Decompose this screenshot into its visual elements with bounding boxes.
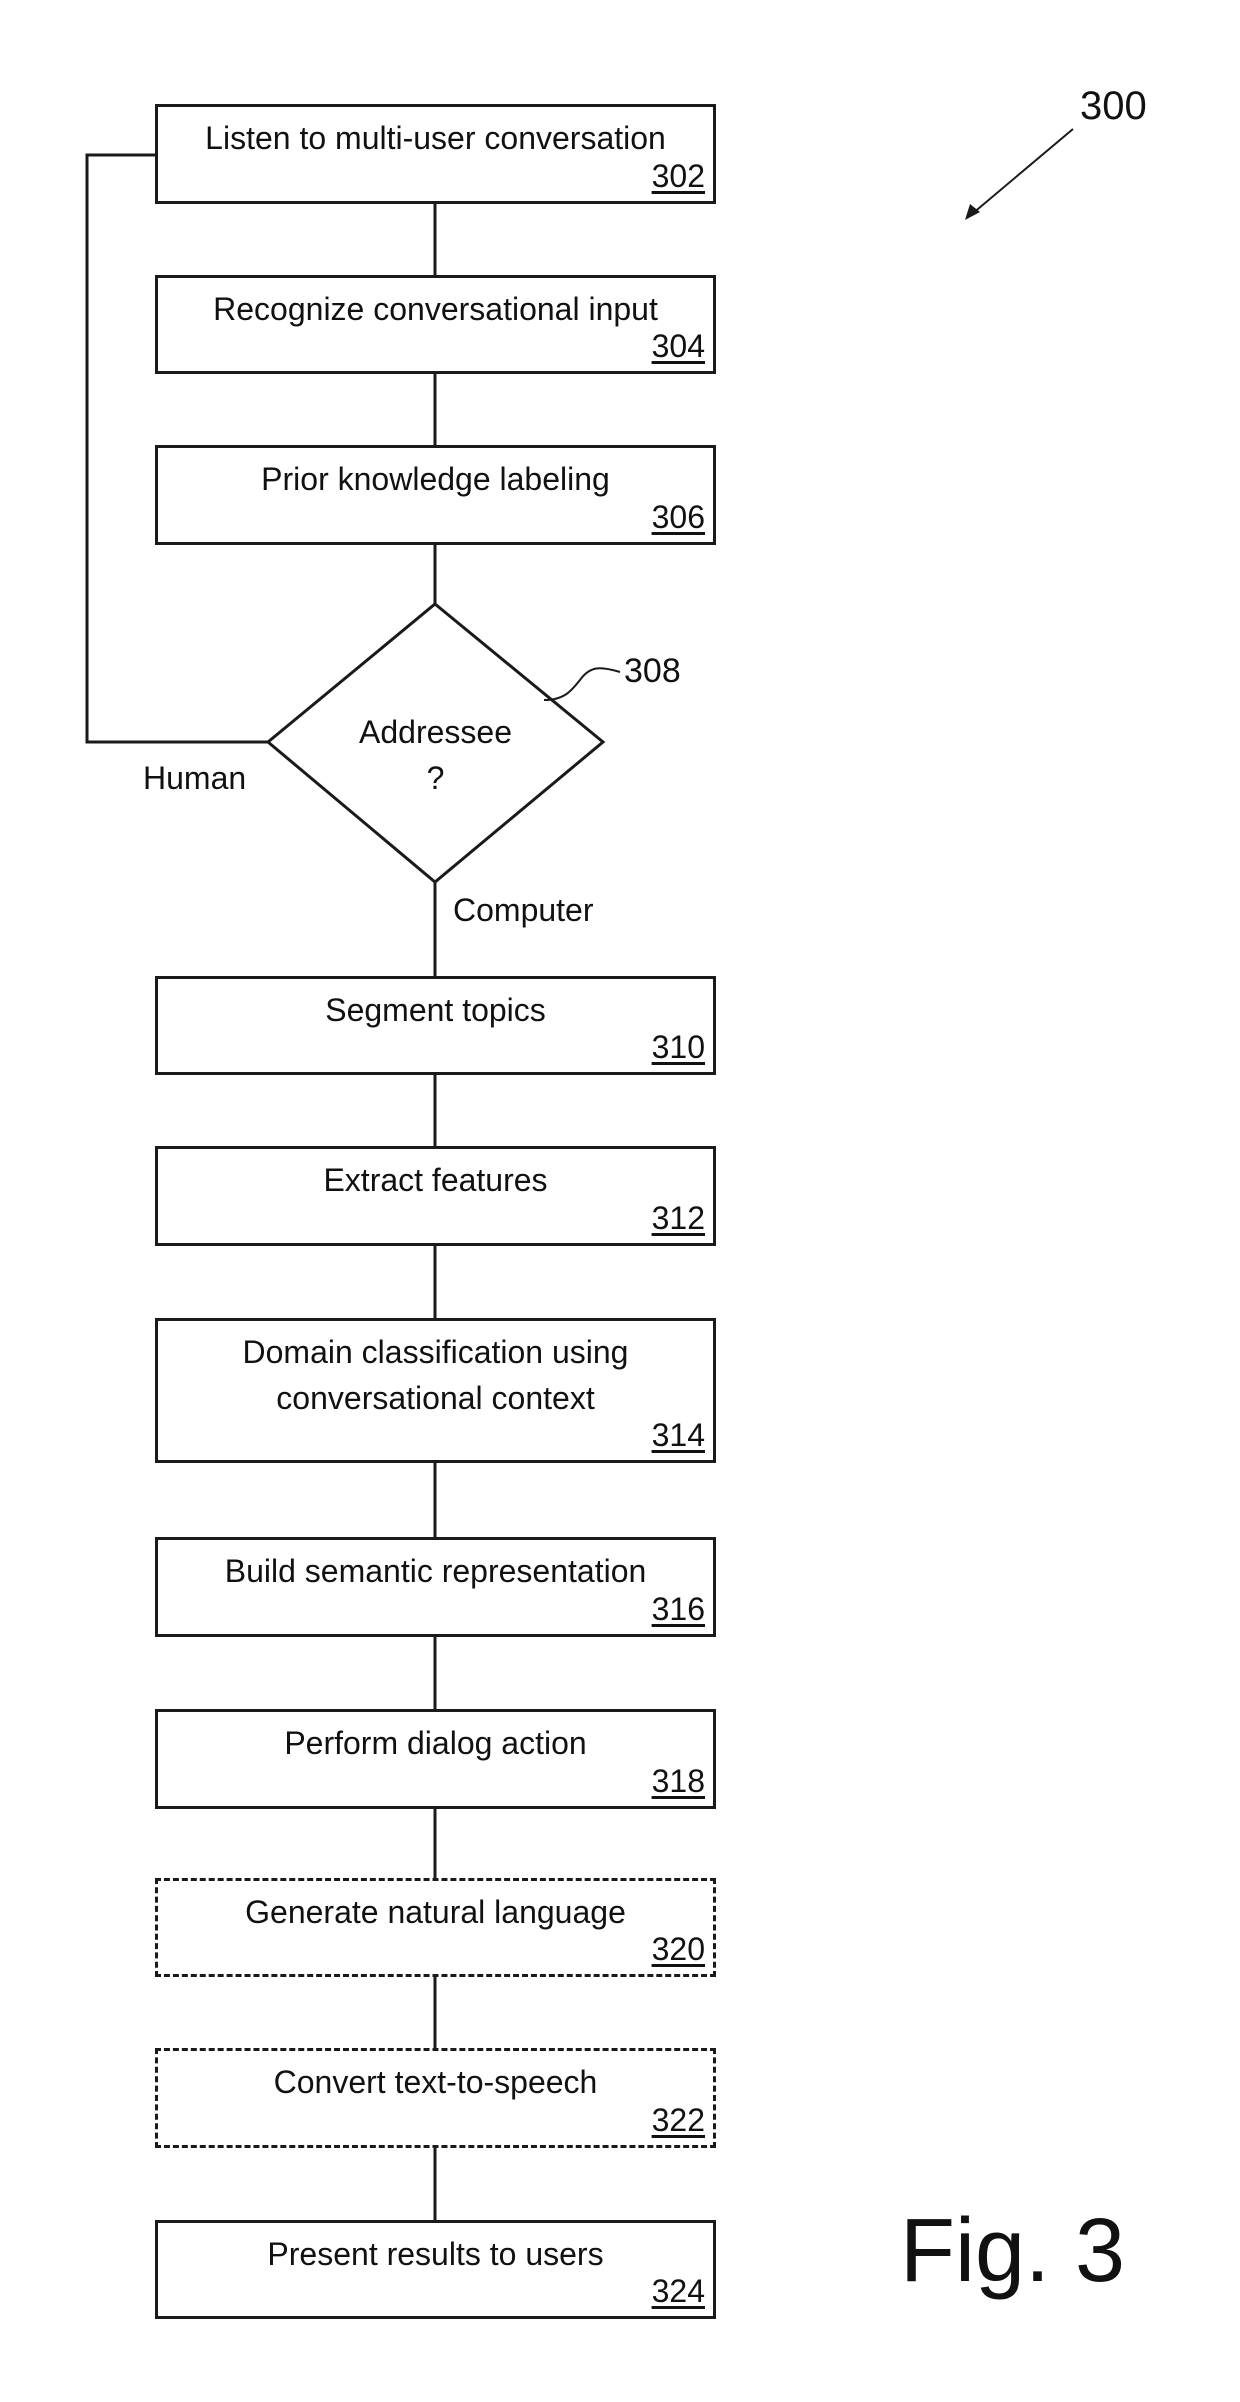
branch-label-human: Human <box>143 760 247 796</box>
leader-line-308 <box>543 667 621 701</box>
step-label: Generate natural language <box>245 1894 626 1930</box>
step-ref-number: 314 <box>651 1417 705 1453</box>
step-box-304: Recognize conversational input 304 <box>155 275 716 374</box>
step-box-322-optional: Convert text-to-speech 322 <box>155 2048 716 2148</box>
step-label: Perform dialog action <box>284 1725 587 1761</box>
decision-text-line2: ? <box>426 760 445 796</box>
step-ref-number: 302 <box>651 158 705 194</box>
step-box-312: Extract features 312 <box>155 1146 716 1246</box>
step-ref-number: 306 <box>651 499 705 535</box>
step-label: Convert text-to-speech <box>273 2064 598 2100</box>
step-label: Listen to multi-user conversation <box>205 120 666 156</box>
step-label: Segment topics <box>325 992 546 1028</box>
decision-text-line1: Addressee <box>359 714 512 750</box>
step-ref-number: 312 <box>651 1200 705 1236</box>
step-ref-number: 324 <box>651 2273 705 2309</box>
step-ref-number: 316 <box>651 1591 705 1627</box>
reference-arrow-300 <box>971 128 1074 215</box>
step-box-314: Domain classification using conversation… <box>155 1318 716 1463</box>
step-label: Prior knowledge labeling <box>261 461 610 497</box>
step-box-306: Prior knowledge labeling 306 <box>155 445 716 545</box>
step-label: Extract features <box>323 1162 548 1198</box>
step-label: Present results to users <box>267 2236 604 2272</box>
step-label: Domain classification using conversation… <box>242 1334 629 1416</box>
arrowhead-icon <box>965 204 980 220</box>
step-box-318: Perform dialog action 318 <box>155 1709 716 1809</box>
step-label: Recognize conversational input <box>213 291 658 327</box>
step-box-302: Listen to multi-user conversation 302 <box>155 104 716 204</box>
decision-ref-number: 308 <box>624 652 681 690</box>
step-ref-number: 310 <box>651 1029 705 1065</box>
step-box-320-optional: Generate natural language 320 <box>155 1878 716 1977</box>
step-ref-number: 320 <box>651 1931 705 1967</box>
step-box-316: Build semantic representation 316 <box>155 1537 716 1637</box>
step-label: Build semantic representation <box>224 1553 647 1589</box>
figure-ref-number: 300 <box>1080 84 1147 128</box>
step-ref-number: 304 <box>651 328 705 364</box>
step-ref-number: 318 <box>651 1763 705 1799</box>
step-box-310: Segment topics 310 <box>155 976 716 1075</box>
step-box-324: Present results to users 324 <box>155 2220 716 2319</box>
figure-label: Fig. 3 <box>900 2201 1126 2301</box>
step-ref-number: 322 <box>651 2102 705 2138</box>
branch-label-computer: Computer <box>453 892 594 928</box>
